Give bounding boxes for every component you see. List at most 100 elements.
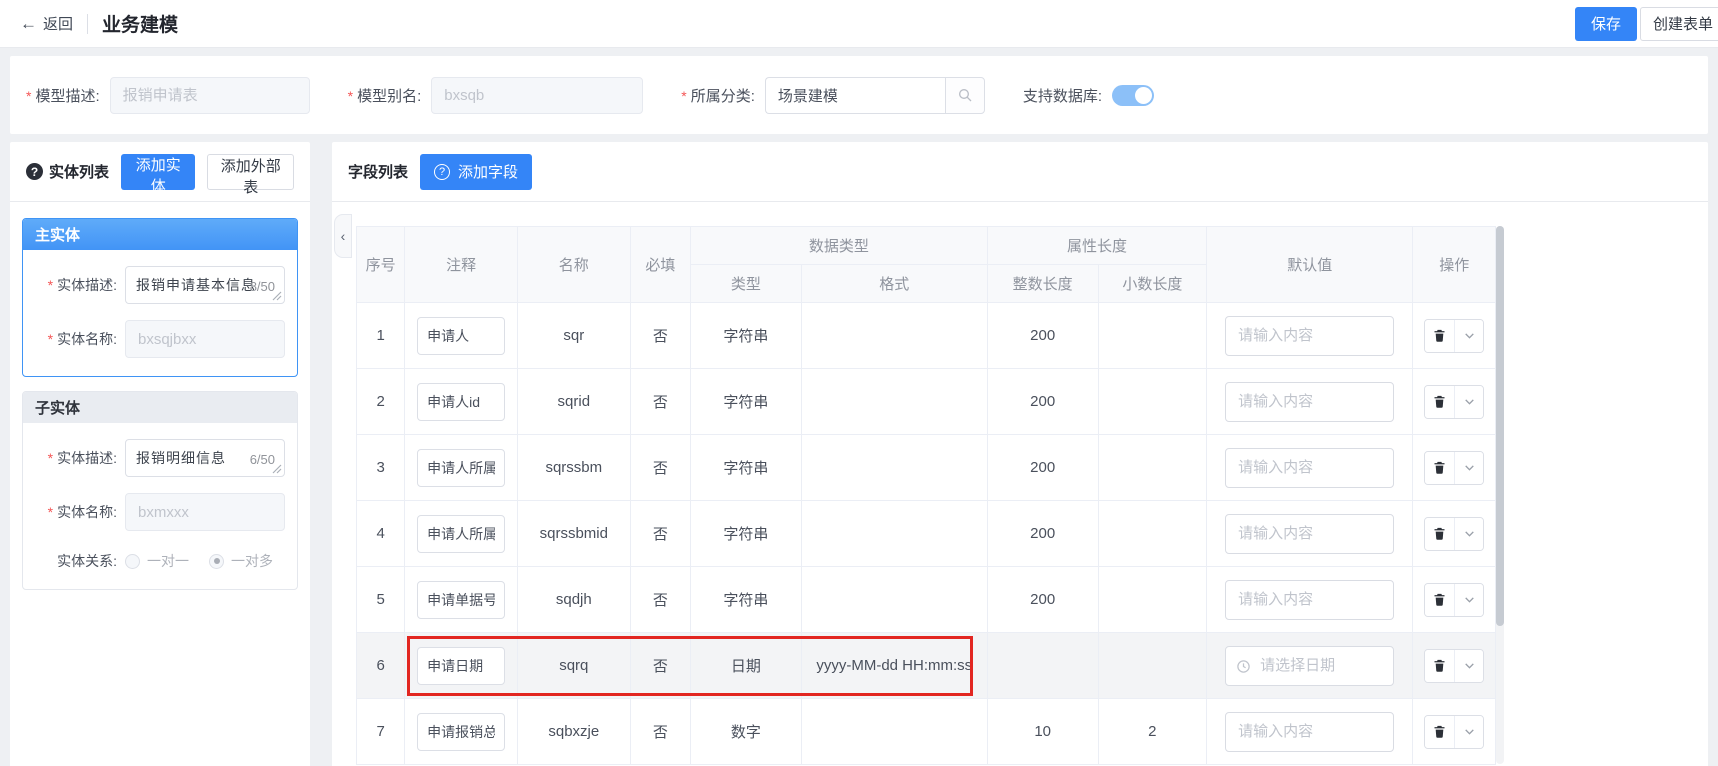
- default-input-wrap: [1225, 316, 1394, 356]
- trash-icon: [1432, 394, 1447, 409]
- field-comment-input[interactable]: [417, 383, 505, 421]
- comment-cell: [405, 435, 518, 501]
- resize-handle-icon[interactable]: [272, 291, 282, 301]
- db-support-toggle[interactable]: [1112, 85, 1154, 106]
- field-comment-input[interactable]: [417, 449, 505, 487]
- default-value-input[interactable]: [1225, 712, 1394, 752]
- delete-field-button[interactable]: [1425, 320, 1454, 352]
- trash-icon: [1432, 328, 1447, 343]
- field-comment-input[interactable]: [417, 647, 505, 685]
- comment-cell: [405, 699, 518, 765]
- row-more-button[interactable]: [1454, 320, 1483, 352]
- field-comment-input[interactable]: [417, 515, 505, 553]
- default-value-cell: [1207, 633, 1413, 699]
- collapse-panel-button[interactable]: ‹: [334, 214, 352, 258]
- delete-field-button[interactable]: [1425, 716, 1454, 748]
- field-format-cell: yyyy-MM-dd HH:mm:ss: [801, 633, 987, 699]
- field-panel: ‹ 字段列表 ? 添加字段 序号: [332, 142, 1708, 766]
- row-more-button[interactable]: [1454, 650, 1483, 682]
- field-dec-length-cell: [1098, 303, 1207, 369]
- save-button[interactable]: 保存: [1575, 7, 1637, 41]
- default-value-input[interactable]: [1225, 580, 1394, 620]
- chevron-down-icon: [1463, 461, 1476, 474]
- category-search-button[interactable]: [945, 77, 985, 114]
- field-int-length-cell: 200: [987, 435, 1098, 501]
- field-comment-input[interactable]: [417, 317, 505, 355]
- main-entity-desc-value: 报销申请基本信息: [136, 275, 256, 295]
- delete-field-button[interactable]: [1425, 452, 1454, 484]
- main-entity-name-input: [125, 320, 285, 358]
- field-table-head: 序号 注释 名称 必填 数据类型 属性长度 默认值 操作 类型 格式: [357, 227, 1496, 303]
- delete-field-button[interactable]: [1425, 518, 1454, 550]
- field-comment-input[interactable]: [417, 713, 505, 751]
- delete-field-button[interactable]: [1425, 650, 1454, 682]
- trash-icon: [1432, 460, 1447, 475]
- category-input[interactable]: [765, 77, 945, 114]
- default-input-wrap: [1225, 448, 1394, 488]
- row-actions: [1424, 583, 1484, 617]
- create-form-button[interactable]: 创建表单: [1640, 7, 1718, 41]
- required-mark: *: [48, 277, 53, 293]
- main-content: ? 实体列表 添加实体 添加外部表 主实体 *实体描述: 报销申请基本信息 8/…: [10, 142, 1708, 766]
- field-type-cell: 字符串: [691, 435, 802, 501]
- entity-relation-label: 实体关系:: [31, 551, 117, 571]
- toggle-knob: [1135, 87, 1152, 104]
- table-row: 5sqdjh否字符串200: [357, 567, 1496, 633]
- topbar: ← 返回 业务建模 保存 创建表单: [0, 0, 1718, 48]
- delete-field-button[interactable]: [1425, 584, 1454, 616]
- field-int-length-cell: 200: [987, 303, 1098, 369]
- row-more-button[interactable]: [1454, 518, 1483, 550]
- default-input-wrap: [1225, 646, 1394, 686]
- add-external-table-button[interactable]: 添加外部表: [207, 154, 294, 190]
- resize-handle-icon[interactable]: [272, 464, 282, 474]
- default-value-input[interactable]: [1225, 316, 1394, 356]
- main-entity-desc-input[interactable]: 报销申请基本信息 8/50: [125, 266, 285, 304]
- field-name-cell: sqrid: [517, 369, 630, 435]
- back-button[interactable]: ← 返回: [20, 13, 73, 34]
- model-alias-label: *模型别名:: [348, 85, 422, 106]
- comment-cell: [405, 567, 518, 633]
- trash-icon: [1432, 724, 1447, 739]
- trash-icon: [1432, 658, 1447, 673]
- delete-field-button[interactable]: [1425, 386, 1454, 418]
- field-table-body: 1sqr否字符串2002sqrid否字符串2003sqrssbm否字符串2004…: [357, 303, 1496, 765]
- table-row: 4sqrssbmid否字符串200: [357, 501, 1496, 567]
- field-type-cell: 字符串: [691, 369, 802, 435]
- add-field-button[interactable]: ? 添加字段: [420, 154, 532, 190]
- row-more-button[interactable]: [1454, 386, 1483, 418]
- back-arrow-icon: ←: [20, 15, 37, 32]
- field-dec-length-cell: [1098, 369, 1207, 435]
- default-value-input[interactable]: [1225, 382, 1394, 422]
- field-comment-input[interactable]: [417, 581, 505, 619]
- default-value-cell: [1207, 369, 1413, 435]
- clock-icon: [1236, 659, 1251, 674]
- row-more-button[interactable]: [1454, 452, 1483, 484]
- comment-cell: [405, 501, 518, 567]
- field-int-length-cell: 200: [987, 501, 1098, 567]
- row-more-button[interactable]: [1454, 584, 1483, 616]
- field-int-length-cell: 200: [987, 567, 1098, 633]
- field-format-cell: [801, 699, 987, 765]
- row-index-cell: 5: [357, 567, 405, 633]
- row-more-button[interactable]: [1454, 716, 1483, 748]
- field-type-cell: 字符串: [691, 567, 802, 633]
- scrollbar-thumb[interactable]: [1496, 226, 1504, 626]
- add-entity-button[interactable]: 添加实体: [121, 154, 195, 190]
- field-dec-length-cell: [1098, 501, 1207, 567]
- entity-desc-label: *实体描述:: [31, 448, 117, 468]
- default-value-input[interactable]: [1225, 514, 1394, 554]
- field-table: 序号 注释 名称 必填 数据类型 属性长度 默认值 操作 类型 格式: [356, 226, 1496, 765]
- topbar-actions: 保存 创建表单: [1575, 7, 1718, 41]
- field-dec-length-cell: [1098, 435, 1207, 501]
- sub-entity-desc-input[interactable]: 报销明细信息 6/50: [125, 439, 285, 477]
- relation-option-one-to-one: 一对一: [125, 551, 189, 571]
- default-value-input[interactable]: [1225, 448, 1394, 488]
- sub-entity-title: 子实体: [23, 392, 297, 423]
- field-required-cell: 否: [630, 369, 690, 435]
- chevron-down-icon: [1463, 329, 1476, 342]
- required-mark: *: [26, 88, 31, 104]
- comment-cell: [405, 303, 518, 369]
- field-name-cell: sqrssbm: [517, 435, 630, 501]
- field-name-cell: sqr: [517, 303, 630, 369]
- field-required-cell: 否: [630, 699, 690, 765]
